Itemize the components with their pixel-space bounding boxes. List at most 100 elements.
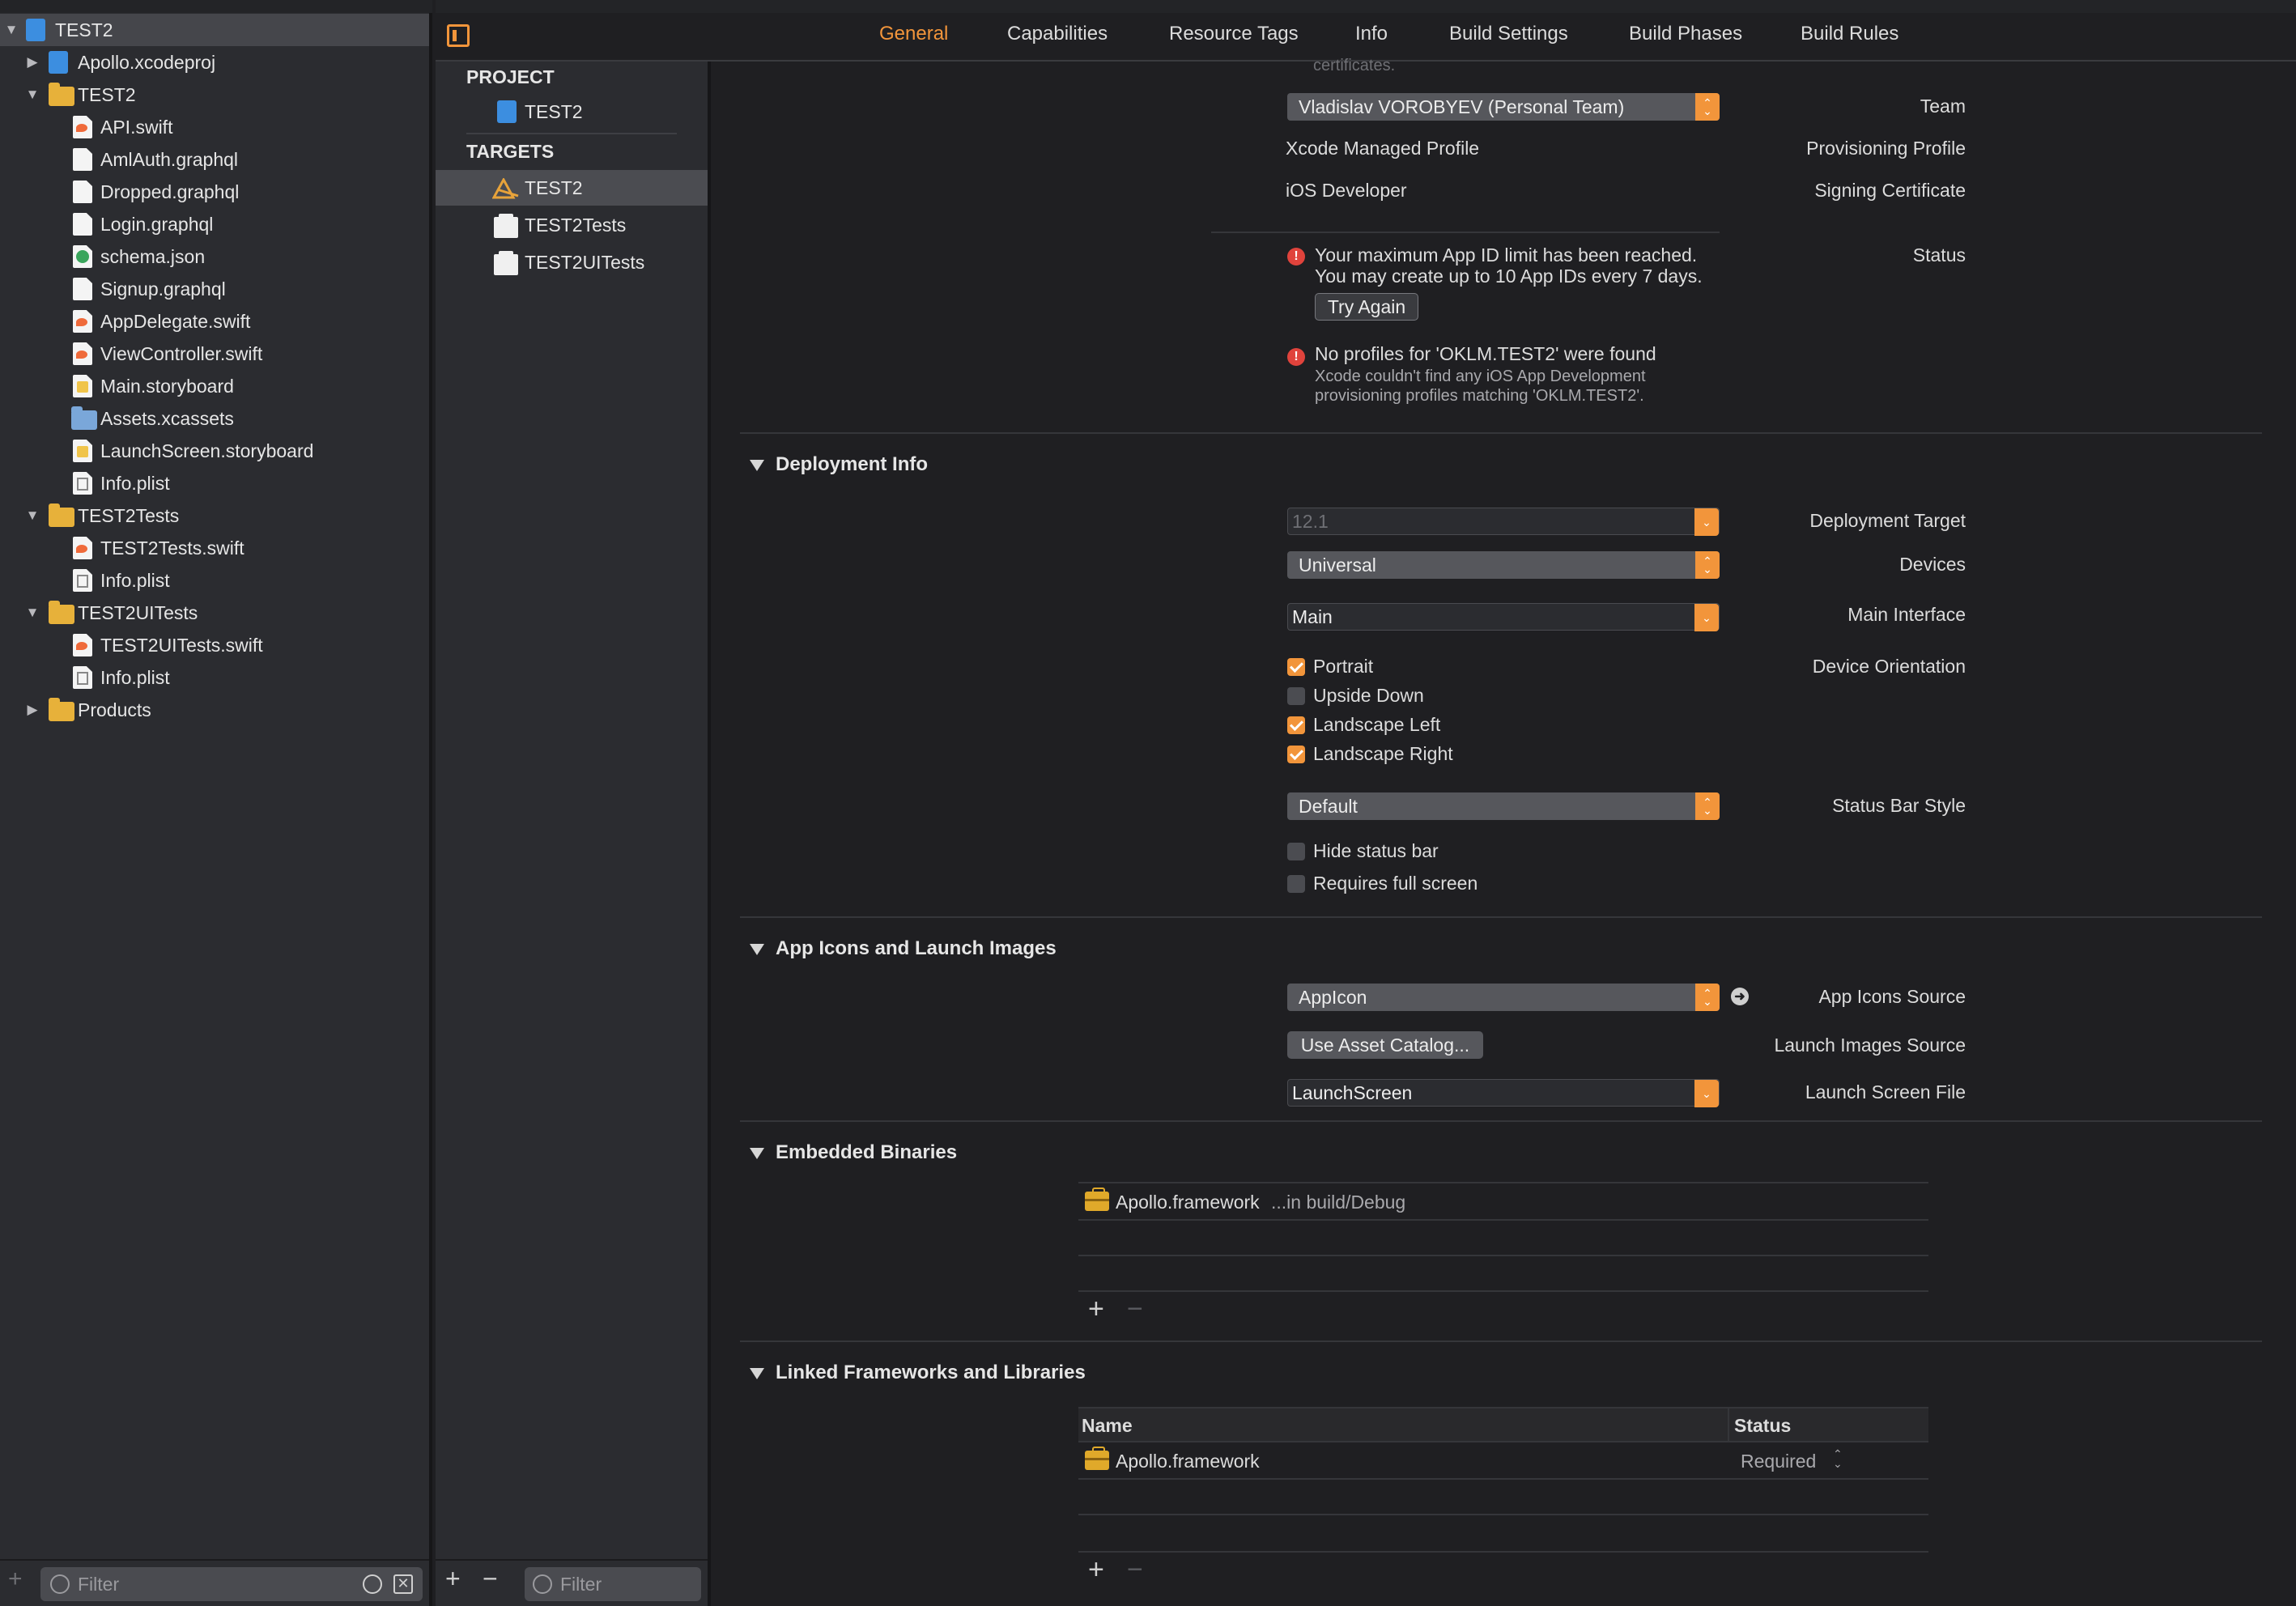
tree-item-info-plist[interactable]: Info.plist bbox=[0, 467, 429, 499]
target-item-test2tests[interactable]: TEST2Tests bbox=[436, 207, 708, 243]
section-collapse-icon[interactable] bbox=[750, 1148, 764, 1159]
tree-item-test2tests-swift[interactable]: TEST2Tests.swift bbox=[0, 532, 429, 564]
tree-item-signup-graphql[interactable]: Signup.graphql bbox=[0, 273, 429, 305]
section-collapse-icon[interactable] bbox=[750, 944, 764, 955]
tree-item-apollo-xcodeproj[interactable]: ▶ Apollo.xcodeproj bbox=[0, 46, 429, 79]
tab-resource-tags[interactable]: Resource Tags bbox=[1169, 23, 1299, 45]
tree-item-test2-folder[interactable]: ▼ TEST2 bbox=[0, 79, 429, 111]
app-target-icon bbox=[492, 178, 519, 199]
popup-arrows-icon: ⌃ ⌄ bbox=[1695, 551, 1720, 579]
linked-framework-status[interactable]: Required bbox=[1741, 1451, 1816, 1472]
use-asset-catalog-button[interactable]: Use Asset Catalog... bbox=[1287, 1031, 1483, 1059]
tree-item-test2-project[interactable]: ▼ TEST2 bbox=[0, 14, 429, 46]
tree-item-viewcontroller-swift[interactable]: ViewController.swift bbox=[0, 338, 429, 370]
column-header-status[interactable]: Status bbox=[1734, 1415, 1791, 1437]
table-row[interactable]: Apollo.framework Required ⌃ ⌄ bbox=[1078, 1442, 1928, 1478]
add-file-button[interactable]: + bbox=[8, 1566, 23, 1593]
requires-full-screen-checkbox[interactable] bbox=[1287, 875, 1305, 893]
table-row[interactable]: Apollo.framework ...in build/Debug bbox=[1078, 1183, 1928, 1219]
chevron-down-icon[interactable]: ⌄ bbox=[1694, 508, 1719, 536]
chevron-down-icon[interactable]: ⌄ bbox=[1694, 1080, 1719, 1107]
landscape-right-checkbox[interactable] bbox=[1287, 746, 1305, 763]
tree-item-test2uitests-folder[interactable]: ▼ TEST2UITests bbox=[0, 597, 429, 629]
tree-item-main-storyboard[interactable]: Main.storyboard bbox=[0, 370, 429, 402]
deployment-target-combo[interactable]: 12.1 ⌄ bbox=[1287, 508, 1720, 536]
tab-build-phases[interactable]: Build Phases bbox=[1629, 23, 1742, 45]
chevron-down-icon[interactable]: ⌄ bbox=[1694, 604, 1719, 631]
recent-files-icon[interactable] bbox=[363, 1574, 382, 1594]
tree-item-tests-info-plist[interactable]: Info.plist bbox=[0, 564, 429, 597]
popup-arrows-icon: ⌃ ⌄ bbox=[1695, 984, 1720, 1011]
tree-item-launchscreen-storyboard[interactable]: LaunchScreen.storyboard bbox=[0, 435, 429, 467]
requires-full-screen-label: Requires full screen bbox=[1313, 873, 1478, 894]
upside-down-checkbox[interactable] bbox=[1287, 687, 1305, 705]
tree-item-test2tests-folder[interactable]: ▼ TEST2Tests bbox=[0, 499, 429, 532]
linked-frameworks-header[interactable]: Linked Frameworks and Libraries bbox=[776, 1362, 1086, 1384]
storyboard-file-icon bbox=[73, 375, 92, 397]
tab-build-settings[interactable]: Build Settings bbox=[1449, 23, 1568, 45]
tree-item-appdelegate-swift[interactable]: AppDelegate.swift bbox=[0, 305, 429, 338]
status-stepper-icon[interactable]: ⌃ ⌄ bbox=[1833, 1448, 1843, 1469]
tree-item-api-swift[interactable]: API.swift bbox=[0, 111, 429, 143]
add-target-button[interactable]: + bbox=[445, 1564, 461, 1594]
file-icon bbox=[73, 278, 92, 300]
target-item-test2uitests[interactable]: TEST2UITests bbox=[436, 244, 708, 280]
tree-item-test2uitests-swift[interactable]: TEST2UITests.swift bbox=[0, 629, 429, 661]
remove-embedded-binary-button[interactable]: − bbox=[1127, 1294, 1143, 1325]
devices-popup[interactable]: Universal ⌃ ⌄ bbox=[1287, 551, 1720, 579]
tab-capabilities[interactable]: Capabilities bbox=[1007, 23, 1108, 45]
embedded-binaries-header[interactable]: Embedded Binaries bbox=[776, 1141, 957, 1164]
project-item-test2[interactable]: TEST2 bbox=[436, 94, 708, 130]
disclosure-open-icon[interactable]: ▼ bbox=[24, 605, 40, 621]
divider bbox=[1211, 232, 1720, 233]
team-popup[interactable]: Vladislav VOROBYEV (Personal Team) ⌃ ⌄ bbox=[1287, 93, 1720, 121]
section-collapse-icon[interactable] bbox=[750, 460, 764, 471]
tree-item-amlauth-graphql[interactable]: AmlAuth.graphql bbox=[0, 143, 429, 176]
tree-item-schema-json[interactable]: schema.json bbox=[0, 240, 429, 273]
disclosure-open-icon[interactable]: ▼ bbox=[24, 508, 40, 524]
signing-certificate-value: iOS Developer bbox=[1286, 180, 1407, 201]
portrait-checkbox[interactable] bbox=[1287, 658, 1305, 676]
tab-build-rules[interactable]: Build Rules bbox=[1801, 23, 1898, 45]
tab-general[interactable]: General bbox=[879, 23, 948, 45]
add-linked-framework-button[interactable]: + bbox=[1088, 1554, 1104, 1586]
swift-file-icon bbox=[73, 342, 92, 365]
divider bbox=[740, 432, 2262, 434]
divider bbox=[740, 916, 2262, 918]
disclosure-open-icon[interactable]: ▼ bbox=[3, 22, 19, 38]
section-collapse-icon[interactable] bbox=[750, 1368, 764, 1379]
tree-item-uitests-info-plist[interactable]: Info.plist bbox=[0, 661, 429, 694]
hide-status-bar-checkbox[interactable] bbox=[1287, 843, 1305, 860]
deployment-info-header[interactable]: Deployment Info bbox=[776, 453, 928, 476]
disclosure-open-icon[interactable]: ▼ bbox=[24, 87, 40, 103]
status-bar-style-popup[interactable]: Default ⌃ ⌄ bbox=[1287, 792, 1720, 820]
main-interface-label: Main Interface bbox=[1847, 604, 1966, 625]
app-icons-header[interactable]: App Icons and Launch Images bbox=[776, 937, 1057, 960]
main-interface-combo[interactable]: Main ⌄ bbox=[1287, 603, 1720, 631]
target-item-test2[interactable]: TEST2 bbox=[436, 170, 708, 206]
add-embedded-binary-button[interactable]: + bbox=[1088, 1294, 1104, 1325]
tree-item-login-graphql[interactable]: Login.graphql bbox=[0, 208, 429, 240]
tree-item-assets-xcassets[interactable]: Assets.xcassets bbox=[0, 402, 429, 435]
landscape-left-checkbox[interactable] bbox=[1287, 716, 1305, 734]
tree-item-products-folder[interactable]: ▶ Products bbox=[0, 694, 429, 726]
go-to-asset-catalog-icon[interactable]: ➜ bbox=[1731, 988, 1749, 1005]
targets-filter-field[interactable]: Filter bbox=[525, 1567, 701, 1601]
source-control-filter-icon[interactable]: ✕ bbox=[393, 1574, 413, 1594]
table-border bbox=[1078, 1514, 1928, 1515]
tab-info[interactable]: Info bbox=[1355, 23, 1388, 45]
disclosure-closed-icon[interactable]: ▶ bbox=[24, 54, 40, 70]
test-bundle-icon bbox=[494, 214, 518, 238]
app-icons-source-popup[interactable]: AppIcon ⌃ ⌄ bbox=[1287, 984, 1720, 1011]
tree-item-dropped-graphql[interactable]: Dropped.graphql bbox=[0, 176, 429, 208]
navigator-filter-field[interactable]: Filter ✕ bbox=[40, 1567, 423, 1601]
disclosure-closed-icon[interactable]: ▶ bbox=[24, 702, 40, 718]
launch-screen-file-label: Launch Screen File bbox=[1805, 1081, 1966, 1103]
launch-screen-file-combo[interactable]: LaunchScreen ⌄ bbox=[1287, 1079, 1720, 1107]
try-again-button[interactable]: Try Again bbox=[1315, 293, 1418, 321]
hide-targets-list-icon[interactable] bbox=[447, 24, 470, 47]
status-error-line1: Your maximum App ID limit has been reach… bbox=[1315, 244, 1698, 266]
remove-linked-framework-button[interactable]: − bbox=[1127, 1554, 1143, 1586]
remove-target-button[interactable]: − bbox=[483, 1564, 498, 1594]
column-header-name[interactable]: Name bbox=[1082, 1415, 1133, 1437]
